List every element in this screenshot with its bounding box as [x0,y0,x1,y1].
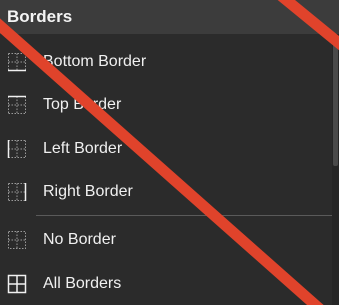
menu-item-label: Left Border [43,140,123,157]
menu-item-top-border[interactable]: Top Border [0,85,332,125]
menu-item-label: Right Border [43,183,133,200]
menu-item-bottom-border[interactable]: Bottom Border [0,42,332,82]
all-borders-icon [7,274,27,294]
borders-dropdown-menu: Borders Bottom Border Top Border Left Bo… [0,0,339,305]
right-border-icon [7,182,27,202]
section-title: Borders [7,7,73,26]
menu-item-right-border[interactable]: Right Border [0,172,332,212]
menu-item-all-borders[interactable]: All Borders [0,264,332,304]
top-border-icon [7,95,27,115]
left-border-icon [7,139,27,159]
menu-item-label: All Borders [43,275,122,292]
menu-item-left-border[interactable]: Left Border [0,129,332,169]
bottom-border-icon [7,52,27,72]
menu-separator [36,215,332,216]
menu-item-label: No Border [43,231,116,248]
menu-item-label: Bottom Border [43,53,147,70]
borders-section-header: Borders [0,0,339,34]
menu-item-no-border[interactable]: No Border [0,220,332,260]
no-border-icon [7,230,27,250]
menu-item-label: Top Border [43,96,122,113]
scrollbar-thumb[interactable] [333,36,338,166]
